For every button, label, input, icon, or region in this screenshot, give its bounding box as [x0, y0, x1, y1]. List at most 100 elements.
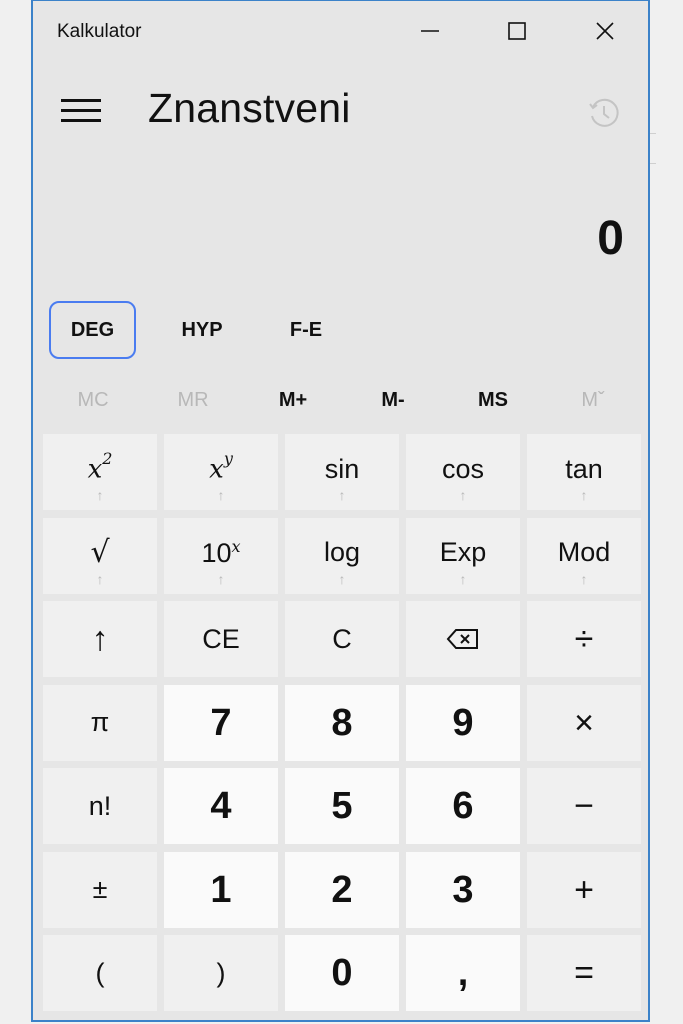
log-button[interactable]: log ↑ [285, 517, 399, 594]
square-root-label: √ [90, 534, 110, 570]
subtract-button[interactable]: − [527, 768, 641, 844]
exp-button[interactable]: Exp ↑ [406, 517, 520, 594]
shift-indicator-icon: ↑ [338, 487, 346, 503]
ten-power-button[interactable]: 10x ↑ [164, 517, 278, 594]
equals-icon: = [574, 954, 594, 992]
shift-indicator-icon: ↑ [580, 570, 588, 587]
multiply-icon: × [574, 703, 594, 742]
digit-7-button[interactable]: 7 [164, 684, 278, 761]
shift-indicator-icon: ↑ [459, 487, 467, 503]
cos-label: cos [441, 453, 485, 484]
shift-button[interactable]: ↑ [43, 601, 157, 677]
shift-indicator-icon: ↑ [96, 487, 104, 503]
fe-button[interactable]: F-E [254, 301, 358, 359]
keypad: x2 ↑ xy ↑ sin ↑ cos ↑ tan ↑ √ ↑ 10x ↑ lo… [43, 434, 641, 1011]
log-label: log [323, 537, 361, 567]
hyp-button[interactable]: HYP [150, 301, 254, 359]
background-divider [650, 133, 656, 134]
result-display: 0 [597, 212, 624, 265]
digit-label: 3 [452, 868, 474, 911]
plus-minus-icon: ± [92, 874, 108, 904]
shift-indicator-icon: ↑ [96, 570, 104, 587]
minimize-icon [421, 30, 439, 32]
digit-label: 2 [331, 868, 353, 911]
history-icon [589, 98, 619, 127]
memory-recall-button[interactable]: MR [143, 376, 243, 424]
digit-2-button[interactable]: 2 [285, 851, 399, 928]
memory-subtract-button[interactable]: M- [343, 376, 443, 424]
plus-icon: + [574, 870, 594, 909]
mode-toggles: DEG HYP F-E [49, 301, 358, 361]
clear-entry-button[interactable]: CE [164, 601, 278, 677]
exp-label: Exp [439, 537, 487, 567]
open-paren-label: ( [95, 957, 105, 988]
memory-list-button[interactable]: Mˇ [543, 376, 643, 424]
app-title: Kalkulator [57, 21, 142, 42]
memory-add-button[interactable]: M+ [243, 376, 343, 424]
digit-label: 8 [331, 701, 353, 744]
digit-4-button[interactable]: 4 [164, 768, 278, 844]
cos-button[interactable]: cos ↑ [406, 434, 520, 510]
backspace-button[interactable] [406, 601, 520, 677]
minimize-button[interactable] [407, 13, 453, 49]
power-label: xy [209, 449, 233, 485]
digit-9-button[interactable]: 9 [406, 684, 520, 761]
digit-label: 9 [452, 701, 474, 744]
close-button[interactable] [582, 13, 628, 49]
clear-button[interactable]: C [285, 601, 399, 677]
digit-label: 0 [331, 952, 353, 994]
digit-5-button[interactable]: 5 [285, 768, 399, 844]
shift-indicator-icon: ↑ [217, 570, 225, 587]
equals-button[interactable]: = [527, 935, 641, 1011]
tan-label: tan [565, 453, 603, 484]
multiply-button[interactable]: × [527, 684, 641, 761]
deg-button[interactable]: DEG [49, 301, 136, 359]
decimal-label: , [457, 952, 469, 994]
memory-store-button[interactable]: MS [443, 376, 543, 424]
digit-label: 4 [210, 785, 232, 827]
ten-power-label: 10x [201, 536, 241, 568]
menu-button[interactable] [55, 93, 107, 129]
shift-indicator-icon: ↑ [459, 570, 467, 587]
divide-icon: ÷ [574, 620, 594, 658]
maximize-button[interactable] [494, 13, 540, 49]
sin-label: sin [324, 453, 360, 484]
pi-button[interactable]: π [43, 684, 157, 761]
add-button[interactable]: + [527, 851, 641, 928]
up-arrow-icon: ↑ [91, 620, 109, 658]
square-button[interactable]: x2 ↑ [43, 434, 157, 510]
minus-icon: − [574, 787, 594, 825]
shift-indicator-icon: ↑ [217, 487, 225, 503]
digit-3-button[interactable]: 3 [406, 851, 520, 928]
digit-label: 1 [210, 868, 232, 911]
mod-button[interactable]: Mod ↑ [527, 517, 641, 594]
clear-entry-label: CE [202, 623, 240, 654]
digit-0-button[interactable]: 0 [285, 935, 399, 1011]
calculator-window: Kalkulator Znanstveni 0 DEG HYP F-E MC M… [31, 0, 650, 1022]
tan-button[interactable]: tan ↑ [527, 434, 641, 510]
factorial-button[interactable]: n! [43, 768, 157, 844]
shift-indicator-icon: ↑ [338, 570, 346, 587]
close-paren-label: ) [216, 957, 226, 988]
factorial-label: n! [88, 790, 112, 821]
memory-clear-button[interactable]: MC [43, 376, 143, 424]
digit-label: 5 [331, 785, 353, 827]
negate-button[interactable]: ± [43, 851, 157, 928]
digit-8-button[interactable]: 8 [285, 684, 399, 761]
power-button[interactable]: xy ↑ [164, 434, 278, 510]
sin-button[interactable]: sin ↑ [285, 434, 399, 510]
open-paren-button[interactable]: ( [43, 935, 157, 1011]
digit-6-button[interactable]: 6 [406, 768, 520, 844]
pi-label: π [90, 707, 110, 737]
divide-button[interactable]: ÷ [527, 601, 641, 677]
header: Znanstveni [33, 71, 648, 151]
digit-label: 7 [210, 701, 232, 744]
digit-1-button[interactable]: 1 [164, 851, 278, 928]
clear-label: C [332, 623, 352, 654]
close-paren-button[interactable]: ) [164, 935, 278, 1011]
square-root-button[interactable]: √ ↑ [43, 517, 157, 594]
history-button[interactable] [584, 93, 624, 133]
decimal-separator-button[interactable]: , [406, 935, 520, 1011]
shift-indicator-icon: ↑ [580, 487, 588, 503]
mod-label: Mod [557, 537, 611, 567]
